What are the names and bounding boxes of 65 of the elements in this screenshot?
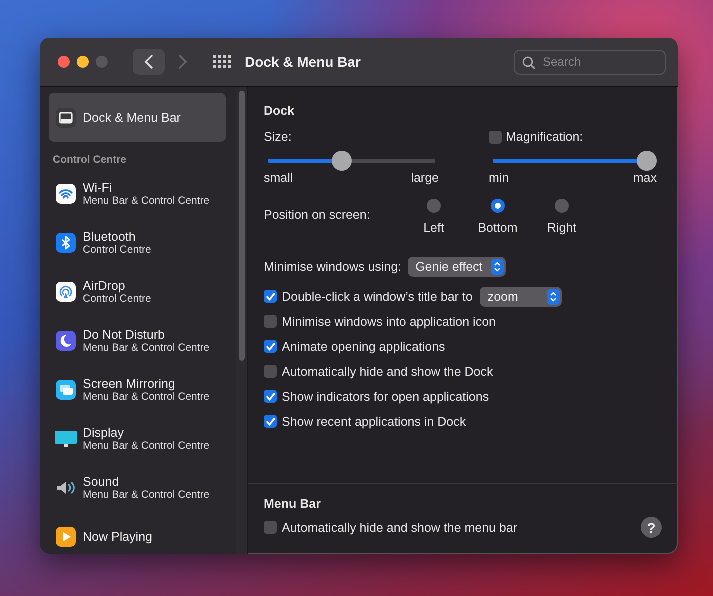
sidebar-item[interactable]: AirDrop Control Centre (49, 267, 226, 316)
slider-thumb[interactable] (332, 151, 352, 171)
back-button[interactable] (133, 49, 165, 75)
checkbox-label: Double-click a window’s title bar to (282, 290, 473, 304)
bluetooth-icon (55, 232, 77, 254)
scrollbar-thumb[interactable] (238, 91, 244, 361)
sidebar-item[interactable]: Sound Menu Bar & Control Centre (49, 463, 226, 512)
checkbox-label: Automatically hide and show the menu bar (282, 520, 518, 534)
slider-min-label: min (489, 171, 510, 185)
slider-min-label: small (264, 171, 294, 185)
search-field[interactable]: Search (514, 50, 666, 74)
chevron-left-icon (144, 54, 154, 70)
chevron-right-icon (178, 54, 188, 70)
stepper-icon (490, 259, 504, 275)
checkbox[interactable] (489, 130, 502, 144)
checkbox[interactable] (264, 365, 277, 378)
radio-dot[interactable] (491, 199, 505, 213)
position-label: Position on screen: (264, 208, 372, 222)
sidebar-item[interactable]: Display Menu Bar & Control Centre (49, 414, 226, 463)
slider-max-label: max (633, 171, 657, 185)
checkbox[interactable] (264, 290, 277, 303)
radio-button[interactable]: Right (530, 199, 594, 235)
section-header: Control Centre (53, 154, 128, 166)
dock-icon (55, 106, 77, 128)
effect-dropdown[interactable]: Genie effect (408, 257, 506, 277)
sidebar-item[interactable]: Dock & Menu Bar (49, 93, 226, 142)
checkbox-label: Show recent applications in Dock (282, 414, 466, 428)
radio-dot[interactable] (555, 199, 569, 213)
close-button[interactable] (58, 56, 70, 68)
sidebar-item[interactable]: Now Playing (49, 512, 226, 554)
airdrop-icon (55, 280, 77, 302)
sidebar-item[interactable]: Wi-Fi Menu Bar & Control Centre (49, 169, 226, 218)
stepper-icon (546, 288, 560, 304)
sidebar-item[interactable]: Screen Mirroring Menu Bar & Control Centre (49, 365, 226, 414)
checkbox[interactable] (264, 390, 277, 403)
sidebar-item[interactable]: Bluetooth Control Centre (49, 218, 226, 267)
grid-icon[interactable] (213, 55, 231, 69)
radio-button[interactable]: Left (402, 199, 466, 235)
section-title: Menu Bar (264, 497, 322, 511)
play-icon (55, 526, 77, 548)
sidebar-item[interactable]: Do Not Disturb Menu Bar & Control Centre (49, 316, 226, 365)
checkbox-label: Show indicators for open applications (282, 390, 490, 404)
window-title: Dock & Menu Bar (245, 54, 361, 70)
slider-label: Magnification: (506, 130, 584, 144)
slider-max-label: large (411, 171, 439, 185)
checkbox-label: Animate opening applications (282, 340, 446, 354)
slider-label: Size: (264, 130, 292, 144)
radio-dot[interactable] (427, 199, 441, 213)
checkbox-label: Automatically hide and show the Dock (282, 364, 494, 378)
checkbox[interactable] (264, 315, 277, 328)
checkbox[interactable] (264, 415, 277, 428)
moon-icon (55, 330, 77, 352)
minimize-button[interactable] (77, 56, 89, 68)
checkbox[interactable] (264, 340, 277, 353)
search-icon (522, 56, 536, 70)
checkbox-label: Minimise windows into application icon (282, 314, 496, 328)
wifi-icon (55, 182, 77, 204)
screen-mirroring-icon (55, 378, 77, 400)
radio-button[interactable]: Bottom (466, 199, 530, 235)
slider-thumb[interactable] (637, 151, 657, 171)
checkbox[interactable] (264, 521, 277, 534)
action-dropdown[interactable]: zoom (480, 286, 562, 306)
minimise-label: Minimise windows using: (264, 260, 402, 274)
section-title: Dock (264, 104, 296, 118)
help-button[interactable]: ? (641, 517, 662, 538)
